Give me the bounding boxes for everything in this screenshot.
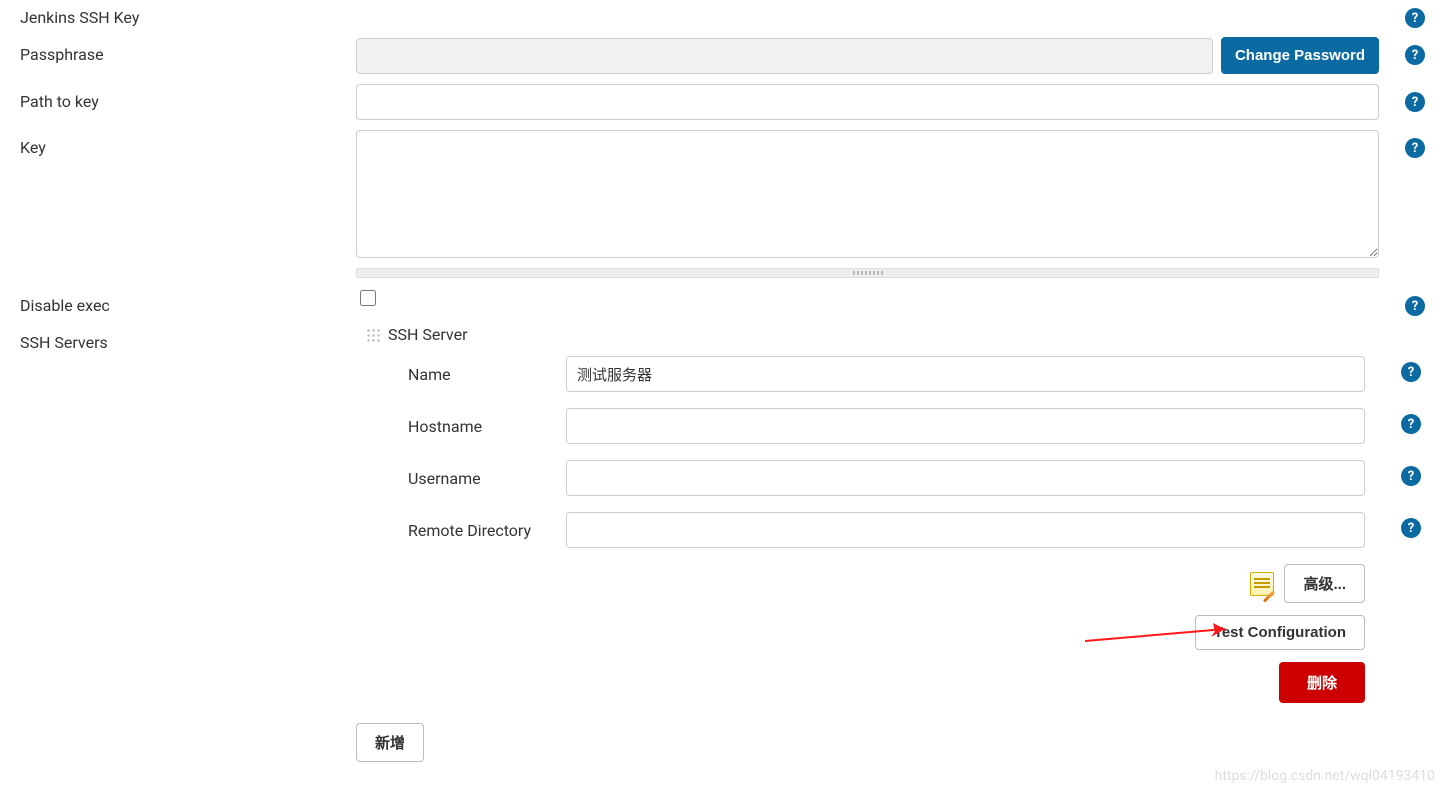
ssh-name-label: Name bbox=[366, 365, 566, 384]
ssh-remote-dir-row: Remote Directory ? bbox=[366, 512, 1425, 548]
watermark-text: https://blog.csdn.net/wql04193410 bbox=[1215, 768, 1435, 784]
ssh-username-input[interactable] bbox=[566, 460, 1365, 496]
ssh-username-label: Username bbox=[366, 469, 566, 488]
advanced-row: 高级... bbox=[366, 564, 1425, 603]
passphrase-label: Passphrase bbox=[20, 37, 356, 64]
resize-bar[interactable] bbox=[356, 268, 1379, 278]
ssh-server-block: SSH Server Name ? Hostname ? Username bbox=[366, 325, 1425, 703]
ssh-name-row: Name ? bbox=[366, 356, 1425, 392]
disable-exec-checkbox[interactable] bbox=[360, 290, 376, 306]
key-label: Key bbox=[20, 130, 356, 157]
path-to-key-row: Path to key ? bbox=[20, 84, 1425, 120]
help-icon[interactable]: ? bbox=[1405, 45, 1425, 65]
help-icon[interactable]: ? bbox=[1405, 296, 1425, 316]
test-config-row: Test Configuration bbox=[366, 615, 1425, 650]
ssh-name-input[interactable] bbox=[566, 356, 1365, 392]
drag-handle-icon[interactable] bbox=[366, 328, 380, 342]
ssh-remote-dir-input[interactable] bbox=[566, 512, 1365, 548]
help-icon[interactable]: ? bbox=[1405, 92, 1425, 112]
path-to-key-label: Path to key bbox=[20, 84, 356, 111]
test-configuration-button[interactable]: Test Configuration bbox=[1195, 615, 1365, 650]
add-button[interactable]: 新增 bbox=[356, 723, 424, 762]
ssh-hostname-label: Hostname bbox=[366, 417, 566, 436]
key-textarea[interactable] bbox=[356, 130, 1379, 258]
disable-exec-row: Disable exec ? bbox=[20, 288, 1425, 315]
key-row: Key ? bbox=[20, 130, 1425, 278]
ssh-servers-label: SSH Servers bbox=[20, 325, 356, 352]
ssh-username-row: Username ? bbox=[366, 460, 1425, 496]
help-icon[interactable]: ? bbox=[1401, 362, 1421, 382]
disable-exec-label: Disable exec bbox=[20, 288, 356, 315]
passphrase-row: Passphrase Change Password ? bbox=[20, 37, 1425, 74]
ssh-remote-dir-label: Remote Directory bbox=[366, 521, 566, 540]
help-icon[interactable]: ? bbox=[1401, 466, 1421, 486]
help-icon[interactable]: ? bbox=[1405, 138, 1425, 158]
delete-row: 删除 bbox=[366, 662, 1425, 703]
passphrase-input[interactable] bbox=[356, 38, 1213, 74]
help-icon[interactable]: ? bbox=[1401, 518, 1421, 538]
help-icon[interactable]: ? bbox=[1405, 8, 1425, 28]
ssh-hostname-row: Hostname ? bbox=[366, 408, 1425, 444]
jenkins-ssh-key-heading-row: Jenkins SSH Key ? bbox=[20, 0, 1425, 27]
notepad-icon bbox=[1250, 572, 1274, 596]
path-to-key-input[interactable] bbox=[356, 84, 1379, 120]
section-title: Jenkins SSH Key bbox=[20, 0, 356, 27]
ssh-hostname-input[interactable] bbox=[566, 408, 1365, 444]
help-icon[interactable]: ? bbox=[1401, 414, 1421, 434]
delete-button[interactable]: 删除 bbox=[1279, 662, 1365, 703]
ssh-servers-row: SSH Servers SSH Server Name ? Hostname ? bbox=[20, 325, 1425, 762]
add-row: 新增 bbox=[356, 723, 1425, 762]
advanced-button[interactable]: 高级... bbox=[1284, 564, 1365, 603]
change-password-button[interactable]: Change Password bbox=[1221, 37, 1379, 74]
ssh-server-heading: SSH Server bbox=[388, 325, 467, 344]
